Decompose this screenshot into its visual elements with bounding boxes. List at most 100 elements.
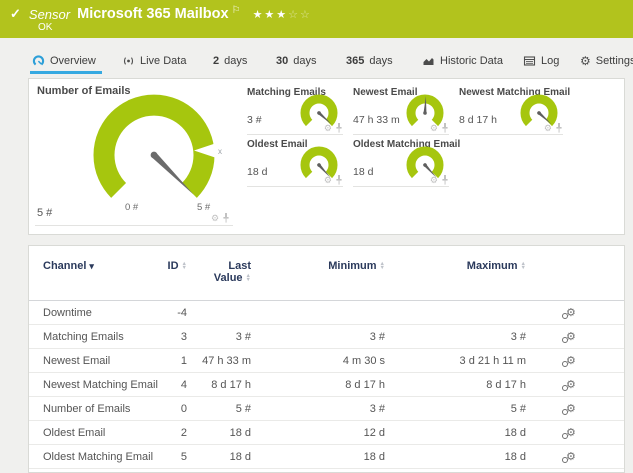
table-row-number-of-emails[interactable]: Number of Emails 0 5 # 3 # 5 # ⚙: [29, 397, 624, 421]
tab-label: Overview: [50, 55, 96, 67]
log-table-icon: [523, 56, 536, 66]
table-row-oldest-matching-email[interactable]: Oldest Matching Email 5 18 d 18 d 18 d ⚙: [29, 445, 624, 469]
gauge-tile-oldest-email[interactable]: Oldest Email 18 d ⚙: [247, 139, 343, 187]
tab-number: 365: [346, 55, 365, 67]
gauge-needle: [150, 151, 194, 195]
tab-label: Settings: [595, 55, 633, 67]
tab-historic-data[interactable]: Historic Data: [422, 50, 503, 72]
channel-settings-gear-icon[interactable]: ⚙: [566, 403, 576, 415]
channel-name: Matching Emails: [43, 330, 124, 343]
channel-last-value: 5 #: [235, 402, 251, 415]
table-row-matching-emails[interactable]: Matching Emails 3 3 # 3 # 3 # ⚙: [29, 325, 624, 349]
tab-label: days: [224, 55, 248, 67]
channel-settings-gear-icon[interactable]: ⚙: [566, 427, 576, 439]
gauge-current-value: 5 #: [37, 207, 53, 219]
stars-empty: ☆☆: [288, 8, 312, 21]
tab-log[interactable]: Log: [523, 50, 559, 72]
flag-icon[interactable]: ⚐: [232, 5, 241, 16]
channel-last-value: 3 #: [235, 330, 251, 343]
channel-id: 1: [180, 354, 187, 367]
gauge-current-value: 18 d: [353, 166, 374, 178]
channel-name: Oldest Matching Email: [43, 450, 154, 463]
table-row-downtime[interactable]: Downtime -4 ⚙: [29, 301, 624, 325]
channel-settings-gear-icon[interactable]: ⚙: [566, 379, 576, 391]
pin-icon[interactable]: [555, 123, 563, 133]
gauge-settings-gear-icon[interactable]: ⚙: [324, 123, 332, 133]
table-row-newest-matching-email[interactable]: Newest Matching Email 4 8 d 17 h 8 d 17 …: [29, 373, 624, 397]
divider: [247, 186, 343, 187]
gauge-icon: [32, 55, 45, 66]
channel-last-value: 18 d: [229, 426, 251, 439]
column-header-minimum[interactable]: Minimum ▲ ▼: [251, 260, 385, 272]
channel-settings-gear-icon[interactable]: ⚙: [566, 451, 576, 463]
column-header-maximum[interactable]: Maximum ▲ ▼: [385, 260, 526, 272]
pin-icon[interactable]: [222, 213, 230, 223]
pin-icon[interactable]: [441, 175, 449, 185]
gauge-tile-newest-email[interactable]: Newest Email 47 h 33 m ⚙: [353, 87, 449, 135]
prtg-sensor-page: ✓ Sensor Microsoft 365 Mailbox ⚐ ★★★☆☆ O…: [0, 0, 633, 473]
column-header-id[interactable]: ID ▲ ▼: [159, 260, 187, 272]
divider: [459, 134, 563, 135]
sort-icon: ▲ ▼: [245, 273, 251, 284]
column-header-last-value[interactable]: Last Value ▲ ▼: [187, 260, 251, 284]
tab-overview[interactable]: Overview: [30, 50, 102, 74]
tab-label: days: [369, 55, 393, 67]
pin-icon[interactable]: [335, 175, 343, 185]
divider: [247, 134, 343, 135]
gauge-max-label: 5 #: [197, 202, 211, 213]
channel-minimum: 4 m 30 s: [342, 354, 385, 367]
table-row-newest-email[interactable]: Newest Email 1 47 h 33 m 4 m 30 s 3 d 21…: [29, 349, 624, 373]
channel-maximum: 8 d 17 h: [486, 378, 526, 391]
channel-minimum: 18 d: [363, 450, 385, 463]
column-header-channel[interactable]: Channel ▾: [43, 260, 159, 272]
channel-minimum: 3 #: [369, 330, 385, 343]
pin-icon[interactable]: [335, 123, 343, 133]
channel-last-value: 47 h 33 m: [202, 354, 251, 367]
tab-settings[interactable]: ⚙ Settings: [580, 50, 633, 72]
channel-minimum: 8 d 17 h: [345, 378, 385, 391]
channel-id: 4: [180, 378, 187, 391]
channel-maximum: 3 #: [510, 330, 526, 343]
gauge-min-label: 0 #: [125, 202, 139, 213]
status-check-icon: ✓: [10, 6, 21, 21]
channel-name: Oldest Email: [43, 426, 106, 439]
gauge-settings-gear-icon[interactable]: ⚙: [324, 175, 332, 185]
channel-id: 0: [180, 402, 187, 415]
channel-settings-gear-icon[interactable]: ⚙: [566, 331, 576, 343]
channel-maximum: 3 d 21 h 11 m: [459, 354, 526, 367]
divider: [353, 186, 449, 187]
channel-settings-gear-icon[interactable]: ⚙: [566, 355, 576, 367]
table-row-oldest-email[interactable]: Oldest Email 2 18 d 12 d 18 d ⚙: [29, 421, 624, 445]
tab-number: 2: [213, 55, 220, 67]
table-header-row: Channel ▾ ID ▲ ▼ Last Value ▲ ▼ Minimum ▲ ▼ Maxi…: [29, 246, 624, 301]
priority-stars[interactable]: ★★★☆☆: [253, 8, 312, 21]
gauge-tile-oldest-matching-email[interactable]: Oldest Matching Email 18 d ⚙: [353, 139, 460, 187]
sort-icon: ▲ ▼: [520, 261, 526, 272]
tab-label: Log: [541, 55, 560, 67]
overview-gauges-panel: Number of Emails x 0 # 5 # 5 # ⚙ Matchin…: [28, 78, 625, 235]
channel-maximum: 18 d: [504, 426, 526, 439]
tab-live-data[interactable]: Live Data: [122, 50, 186, 72]
channel-last-value: 8 d 17 h: [211, 378, 251, 391]
tab-2-days[interactable]: 2 days: [213, 50, 247, 72]
gauge-settings-gear-icon[interactable]: ⚙: [430, 123, 438, 133]
gauge-tile-newest-matching-email[interactable]: Newest Matching Email 8 d 17 h ⚙: [459, 87, 570, 135]
gauge-settings-gear-icon[interactable]: ⚙: [211, 213, 219, 223]
tab-label: Live Data: [140, 55, 187, 67]
channel-name: Number of Emails: [43, 402, 131, 415]
sensor-title: Microsoft 365 Mailbox: [77, 6, 229, 22]
tab-30-days[interactable]: 30 days: [276, 50, 317, 72]
gauge-current-value: 18 d: [247, 166, 268, 178]
gauge-settings-gear-icon[interactable]: ⚙: [544, 123, 552, 133]
channel-settings-gear-icon[interactable]: ⚙: [566, 307, 576, 319]
tab-label: Historic Data: [440, 55, 503, 67]
main-gauge-number-of-emails[interactable]: Number of Emails x 0 # 5 # 5 # ⚙: [29, 79, 241, 234]
tab-365-days[interactable]: 365 days: [346, 50, 393, 72]
sensor-header: ✓ Sensor Microsoft 365 Mailbox ⚐ ★★★☆☆: [0, 0, 633, 38]
pin-icon[interactable]: [441, 123, 449, 133]
channel-id: 2: [180, 426, 187, 439]
channel-id: 3: [180, 330, 187, 343]
gauge-settings-gear-icon[interactable]: ⚙: [430, 175, 438, 185]
tab-bar: Overview Live Data 2 days 30 days 365 days …: [0, 50, 633, 74]
gauge-tile-matching-emails[interactable]: Matching Emails 3 # ⚙: [247, 87, 343, 135]
